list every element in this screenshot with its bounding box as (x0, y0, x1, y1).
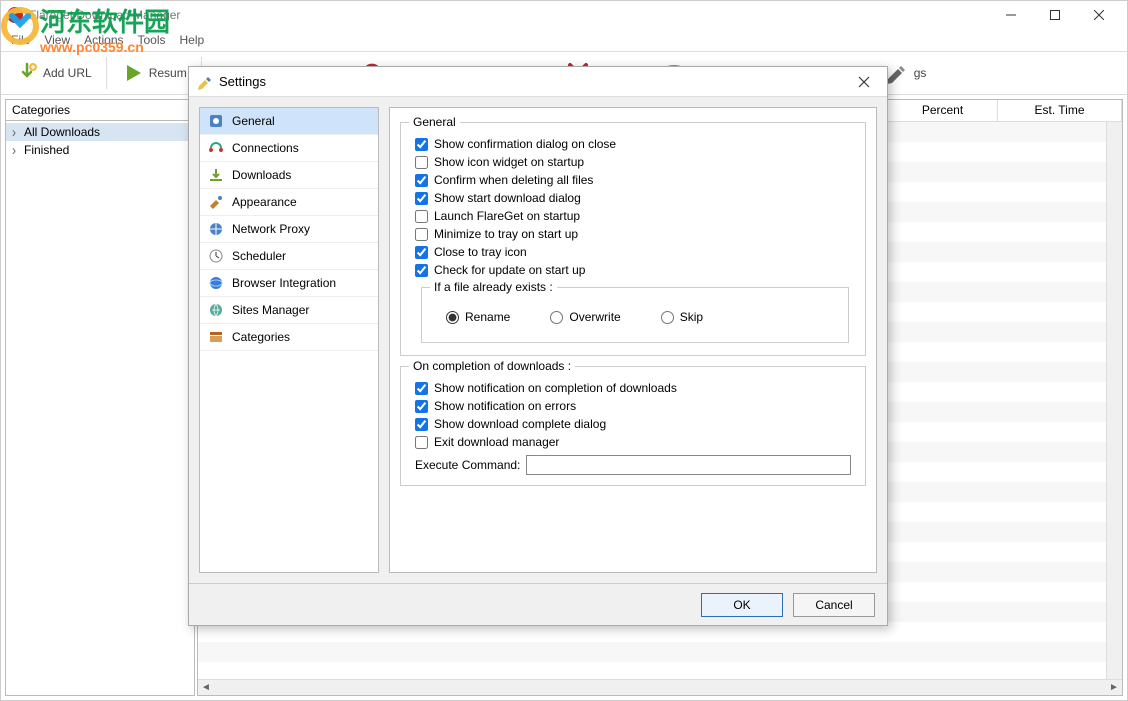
cb-close-tray[interactable]: Close to tray icon (415, 245, 851, 259)
cb-check-update[interactable]: Check for update on start up (415, 263, 851, 277)
settings-nav: General Connections Downloads Appearance… (199, 107, 379, 573)
cb-notify-errors[interactable]: Show notification on errors (415, 399, 851, 413)
browser-icon (208, 275, 224, 291)
sidebar-header: Categories (5, 99, 195, 121)
scheduler-icon (208, 248, 224, 264)
scroll-right-icon[interactable]: ► (1106, 680, 1122, 696)
maximize-button[interactable] (1033, 1, 1077, 29)
general-icon (208, 113, 224, 129)
cb-exit-manager[interactable]: Exit download manager (415, 435, 851, 449)
nav-label: Categories (232, 330, 290, 344)
downloads-icon (208, 167, 224, 183)
add-url-button[interactable]: Add URL (7, 57, 100, 89)
titlebar: Flareget Download Manager (1, 1, 1127, 29)
nav-categories[interactable]: Categories (200, 324, 378, 351)
nav-scheduler[interactable]: Scheduler (200, 243, 378, 270)
settings-toolbar-suffix: gs (914, 66, 927, 80)
radio-overwrite[interactable]: Overwrite (550, 310, 620, 324)
col-percent[interactable]: Percent (888, 100, 998, 121)
group-file-exists: If a file already exists : Rename Overwr… (421, 287, 849, 343)
cb-minimize-tray[interactable]: Minimize to tray on start up (415, 227, 851, 241)
col-est-time[interactable]: Est. Time (998, 100, 1122, 121)
nav-label: Browser Integration (232, 276, 336, 290)
nav-label: Network Proxy (232, 222, 310, 236)
nav-label: General (232, 114, 275, 128)
proxy-icon (208, 221, 224, 237)
cb-notify-complete[interactable]: Show notification on completion of downl… (415, 381, 851, 395)
cb-confirm-close[interactable]: Show confirmation dialog on close (415, 137, 851, 151)
settings-dialog: Settings General Connections Downloads A… (188, 66, 888, 626)
cb-confirm-delete[interactable]: Confirm when deleting all files (415, 173, 851, 187)
cancel-button[interactable]: Cancel (793, 593, 875, 617)
execute-command-row: Execute Command: (415, 455, 851, 475)
nav-downloads[interactable]: Downloads (200, 162, 378, 189)
categories-icon (208, 329, 224, 345)
nav-label: Scheduler (232, 249, 286, 263)
settings-icon (197, 74, 213, 90)
nav-label: Appearance (232, 195, 297, 209)
resume-label: Resum (149, 66, 187, 80)
scroll-left-icon[interactable]: ◄ (198, 680, 214, 696)
close-button[interactable] (1077, 1, 1121, 29)
tree-item-all-downloads[interactable]: All Downloads (6, 123, 194, 141)
category-tree: All Downloads Finished (5, 121, 195, 696)
nav-browser-integration[interactable]: Browser Integration (200, 270, 378, 297)
toolbar-separator (106, 57, 107, 89)
menu-file[interactable]: File (11, 33, 30, 47)
dialog-title: Settings (219, 74, 843, 89)
ok-button[interactable]: OK (701, 593, 783, 617)
resume-button[interactable]: Resum (113, 57, 195, 89)
nav-general[interactable]: General (200, 108, 378, 135)
app-icon (7, 7, 23, 23)
settings-content: General Show confirmation dialog on clos… (389, 107, 877, 573)
cb-icon-widget[interactable]: Show icon widget on startup (415, 155, 851, 169)
horizontal-scrollbar[interactable]: ◄ ► (198, 679, 1122, 695)
cb-launch-startup[interactable]: Launch FlareGet on startup (415, 209, 851, 223)
group-on-completion: On completion of downloads : Show notifi… (400, 366, 866, 486)
group-title: If a file already exists : (430, 280, 557, 294)
add-url-label: Add URL (43, 66, 92, 80)
tree-item-finished[interactable]: Finished (6, 141, 194, 159)
play-icon (121, 61, 145, 85)
radio-skip[interactable]: Skip (661, 310, 703, 324)
nav-network-proxy[interactable]: Network Proxy (200, 216, 378, 243)
nav-sites-manager[interactable]: Sites Manager (200, 297, 378, 324)
group-title: General (409, 115, 460, 129)
nav-appearance[interactable]: Appearance (200, 189, 378, 216)
vertical-scrollbar[interactable] (1106, 122, 1122, 679)
cb-download-complete-dialog[interactable]: Show download complete dialog (415, 417, 851, 431)
minimize-button[interactable] (989, 1, 1033, 29)
sites-icon (208, 302, 224, 318)
sidebar: Categories All Downloads Finished (5, 99, 195, 696)
dialog-close-button[interactable] (849, 67, 879, 97)
group-title: On completion of downloads : (409, 359, 575, 373)
nav-label: Connections (232, 141, 299, 155)
dialog-titlebar: Settings (189, 67, 887, 97)
execute-command-label: Execute Command: (415, 458, 520, 472)
execute-command-input[interactable] (526, 455, 851, 475)
menu-view[interactable]: View (44, 33, 70, 47)
menubar: File View Actions Tools Help (1, 29, 1127, 51)
connections-icon (208, 140, 224, 156)
nav-label: Sites Manager (232, 303, 309, 317)
menu-help[interactable]: Help (180, 33, 205, 47)
dialog-footer: OK Cancel (189, 583, 887, 625)
group-general: General Show confirmation dialog on clos… (400, 122, 866, 356)
menu-tools[interactable]: Tools (138, 33, 166, 47)
nav-label: Downloads (232, 168, 291, 182)
appearance-icon (208, 194, 224, 210)
nav-connections[interactable]: Connections (200, 135, 378, 162)
window-title: Flareget Download Manager (29, 8, 989, 22)
menu-actions[interactable]: Actions (84, 33, 123, 47)
add-url-icon (15, 61, 39, 85)
cb-start-download-dialog[interactable]: Show start download dialog (415, 191, 851, 205)
radio-rename[interactable]: Rename (446, 310, 510, 324)
